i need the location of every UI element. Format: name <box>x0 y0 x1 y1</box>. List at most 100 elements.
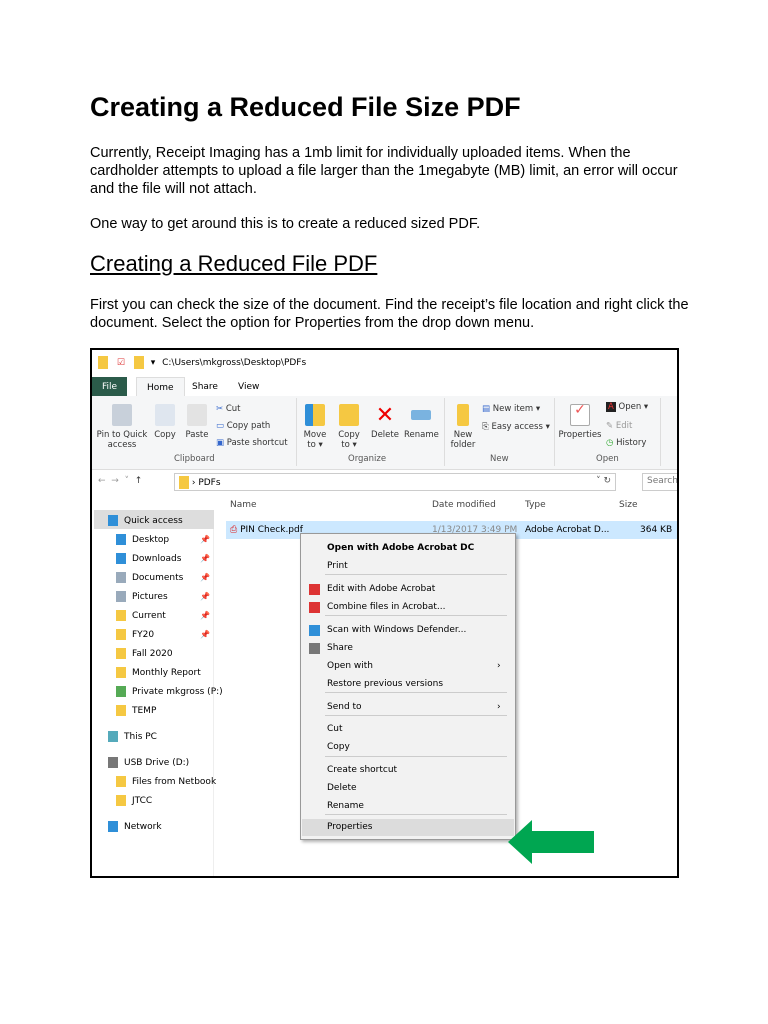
divider <box>660 398 661 466</box>
search-box[interactable]: Search <box>642 473 677 491</box>
label: Move to ▾ <box>303 430 327 450</box>
address-bar[interactable]: › PDFs ˅ ↻ <box>174 473 616 491</box>
edit-icon: ✎ <box>606 421 616 431</box>
nav-item[interactable]: Network <box>108 818 218 837</box>
menu-item[interactable]: Share <box>327 640 353 657</box>
pdf-icon: ⎙ <box>230 525 238 535</box>
folder-icon <box>108 731 118 742</box>
pin-icon: 📌 <box>200 535 210 544</box>
easy-access-button[interactable]: ⎘ Easy access ▾ <box>482 422 550 432</box>
menu-separator <box>325 756 507 757</box>
defender-icon <box>309 625 320 636</box>
menu-item[interactable]: Copy <box>327 739 350 756</box>
nav-item[interactable]: JTCC <box>116 792 226 811</box>
group-clipboard: Clipboard <box>174 454 215 464</box>
nav-item[interactable]: USB Drive (D:) <box>108 754 218 773</box>
column-date-modified[interactable]: Date modified <box>432 500 496 510</box>
copy-icon <box>155 404 175 426</box>
folder-icon <box>116 686 126 697</box>
folder-icon <box>179 476 189 489</box>
menu-item[interactable]: Restore previous versions <box>327 676 443 693</box>
menu-item[interactable]: Send to <box>327 699 362 716</box>
properties-button[interactable]: ✓ Properties <box>558 403 602 440</box>
menu-separator <box>325 814 507 815</box>
menu-item[interactable]: Open with Adobe Acrobat DC <box>327 540 474 557</box>
label: Paste <box>185 430 209 440</box>
refresh-icon[interactable]: ˅ ↻ <box>596 476 611 486</box>
nav-item[interactable]: Files from Netbook <box>116 773 226 792</box>
pin-icon: 📌 <box>200 573 210 582</box>
nav-item[interactable]: Quick access <box>108 512 218 531</box>
cut-button[interactable]: ✂ Cut <box>216 404 240 414</box>
nav-label: Private mkgross (P:) <box>132 687 223 697</box>
page-title: Creating a Reduced File Size PDF <box>90 92 521 122</box>
copy-path-button[interactable]: ▭ Copy path <box>216 421 270 431</box>
acrobat-icon: A <box>606 402 616 412</box>
nav-item[interactable]: Fall 2020 <box>116 645 226 664</box>
menu-item[interactable]: Combine files in Acrobat... <box>327 599 446 616</box>
menu-item[interactable]: Delete <box>327 780 357 797</box>
menu-item[interactable]: Rename <box>327 798 364 815</box>
nav-label: This PC <box>124 732 157 742</box>
label: Open ▾ <box>618 402 649 412</box>
nav-item[interactable]: Monthly Report <box>116 664 226 683</box>
nav-item[interactable]: Private mkgross (P:) <box>116 683 226 702</box>
menu-item[interactable]: Print <box>327 558 348 575</box>
menu-item[interactable]: Cut <box>327 721 343 738</box>
menu-item[interactable]: Properties <box>302 819 514 836</box>
nav-arrows[interactable]: ← → ˅ ↑ <box>98 476 142 486</box>
copy-to-button[interactable]: Copy to ▾ <box>334 404 364 450</box>
tab-home[interactable]: Home <box>136 377 185 397</box>
file-size: 364 KB <box>640 525 673 535</box>
menu-item[interactable]: Create shortcut <box>327 762 397 779</box>
menu-item[interactable]: Edit with Adobe Acrobat <box>327 581 435 598</box>
menu-item[interactable]: Open with <box>327 658 373 675</box>
menu-separator <box>325 574 507 575</box>
context-menu: Open with Adobe Acrobat DC Print Edit with… <box>300 533 516 840</box>
nav-label: Files from Netbook <box>132 777 217 787</box>
nav-item[interactable]: This PC <box>108 728 218 747</box>
menu-item[interactable]: Scan with Windows Defender... <box>327 622 466 639</box>
combine-icon <box>309 602 320 613</box>
open-button[interactable]: A Open ▾ <box>606 402 648 412</box>
tab-view[interactable]: View <box>228 377 269 397</box>
move-to-button[interactable]: Move to ▾ <box>300 404 330 450</box>
nav-label: Current <box>132 611 166 621</box>
column-name[interactable]: Name <box>230 500 257 510</box>
dropdown-icon: ▾ <box>150 358 156 368</box>
new-item-button[interactable]: ▤ New item ▾ <box>482 404 540 414</box>
up-arrow-icon[interactable]: ↑ <box>135 476 143 486</box>
nav-item[interactable]: TEMP <box>116 702 226 721</box>
new-folder-button[interactable]: New folder <box>448 404 478 450</box>
divider <box>296 398 297 466</box>
label: New folder <box>450 430 476 450</box>
menu-separator <box>325 692 507 693</box>
nav-label: FY20 <box>132 630 155 640</box>
folder-icon <box>133 356 144 369</box>
group-new: New <box>490 454 509 464</box>
folder-icon <box>116 705 126 716</box>
green-arrow-icon <box>508 820 594 864</box>
folder-icon <box>108 757 118 768</box>
new-item-icon: ▤ <box>482 404 493 414</box>
divider <box>554 398 555 466</box>
copy-button[interactable]: Copy <box>150 404 180 440</box>
rename-button[interactable]: Rename <box>404 404 439 440</box>
paste-shortcut-button[interactable]: ▣ Paste shortcut <box>216 438 288 448</box>
column-size[interactable]: Size <box>619 500 637 510</box>
column-type[interactable]: Type <box>525 500 546 510</box>
pin-quick-access-button[interactable]: Pin to Quick access <box>94 404 150 450</box>
paste-button[interactable]: Paste <box>182 404 212 440</box>
label: Copy path <box>226 421 271 431</box>
label: Pin to Quick access <box>96 430 148 450</box>
tab-file[interactable]: File <box>92 377 128 397</box>
history-button[interactable]: ◷ History <box>606 438 646 448</box>
folder-icon <box>116 667 126 678</box>
edit-button[interactable]: ✎ Edit <box>606 421 632 431</box>
delete-button[interactable]: ✕ Delete <box>370 404 400 441</box>
tab-share[interactable]: Share <box>182 377 228 397</box>
menu-separator <box>325 715 507 716</box>
properties-quick-icon: ☑ <box>116 358 125 368</box>
new-folder-icon <box>457 404 469 426</box>
share-icon <box>309 643 320 654</box>
